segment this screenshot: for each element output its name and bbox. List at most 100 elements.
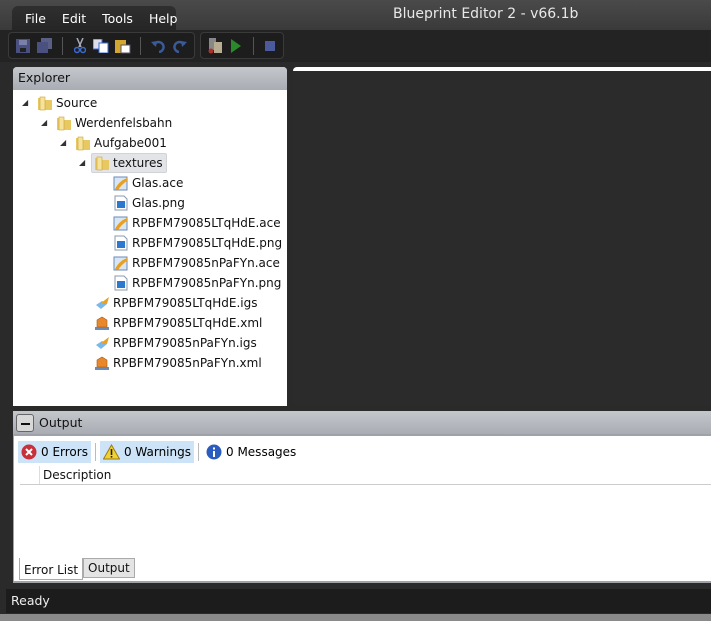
tree-item-label: Glas.png bbox=[132, 196, 185, 210]
copy-button[interactable] bbox=[93, 38, 109, 54]
warnings-filter-button[interactable]: 0 Warnings bbox=[99, 440, 194, 463]
play-icon bbox=[231, 38, 242, 53]
tree-file[interactable]: Glas.png bbox=[113, 193, 185, 213]
cut-button[interactable] bbox=[72, 37, 88, 54]
error-filters: 0 Errors 0 Warnings 0 Messages bbox=[18, 440, 303, 463]
png-file-icon bbox=[113, 275, 129, 291]
warning-icon bbox=[102, 443, 120, 459]
explorer-header: Explorer bbox=[13, 67, 287, 90]
filter-separator bbox=[94, 442, 96, 461]
tree-file[interactable]: Glas.ace bbox=[113, 173, 183, 193]
cut-icon bbox=[73, 37, 86, 53]
tree-file[interactable]: RPBFM79085LTqHdE.ace bbox=[113, 213, 281, 233]
error-list-header: Description bbox=[20, 466, 711, 485]
tree-file[interactable]: RPBFM79085LTqHdE.xml bbox=[94, 313, 262, 333]
ace-file-icon bbox=[113, 255, 129, 271]
toolbar bbox=[0, 30, 711, 62]
undo-button[interactable] bbox=[150, 38, 166, 54]
tree-item-label: RPBFM79085nPaFYn.igs bbox=[113, 336, 257, 350]
folder-icon bbox=[94, 155, 110, 171]
window-title: Blueprint Editor 2 - v66.1b bbox=[393, 6, 579, 22]
tree-folder[interactable]: textures bbox=[91, 153, 167, 173]
igs-file-icon bbox=[94, 335, 110, 351]
tree-item-label: RPBFM79085nPaFYn.ace bbox=[132, 256, 280, 270]
undo-icon bbox=[151, 40, 166, 53]
igs-file-icon bbox=[94, 295, 110, 311]
toolbar-group-edit bbox=[8, 32, 195, 59]
error-icon bbox=[21, 444, 37, 459]
save-button[interactable] bbox=[15, 38, 31, 54]
column-header-blank[interactable] bbox=[20, 466, 40, 484]
messages-count: 0 Messages bbox=[226, 444, 297, 459]
png-file-icon bbox=[113, 195, 129, 211]
folder-icon bbox=[75, 135, 91, 151]
error-list: 0 Errors 0 Warnings 0 Messages Descripti… bbox=[14, 436, 711, 581]
save-all-button[interactable] bbox=[37, 38, 53, 54]
tree-file[interactable]: RPBFM79085LTqHdE.igs bbox=[94, 293, 257, 313]
tree-item-label: RPBFM79085LTqHdE.ace bbox=[132, 216, 281, 230]
tree-file[interactable]: RPBFM79085nPaFYn.xml bbox=[94, 353, 262, 373]
save-all-icon bbox=[37, 38, 53, 53]
menu-bar: File Edit Tools Help bbox=[12, 6, 178, 31]
output-header: Output bbox=[13, 411, 711, 434]
errors-filter-button[interactable]: 0 Errors bbox=[18, 440, 91, 463]
tab-output[interactable]: Output bbox=[83, 558, 135, 578]
tree-file[interactable]: RPBFM79085LTqHdE.png bbox=[113, 233, 282, 253]
tree-item-label: Aufgabe001 bbox=[94, 136, 167, 150]
toolbar-group-run bbox=[200, 32, 284, 59]
tree-item-label: RPBFM79085nPaFYn.png bbox=[132, 276, 282, 290]
menu-tools[interactable]: Tools bbox=[102, 11, 133, 26]
tree-folder[interactable]: Source bbox=[37, 93, 97, 113]
status-bar: Ready bbox=[6, 589, 711, 613]
copy-icon bbox=[93, 38, 109, 53]
redo-button[interactable] bbox=[172, 38, 188, 54]
expand-arrow-icon[interactable]: ◢ bbox=[22, 98, 28, 107]
build-icon bbox=[208, 37, 222, 53]
tree-item-label: RPBFM79085nPaFYn.xml bbox=[113, 356, 262, 370]
editor-area bbox=[293, 67, 711, 406]
messages-filter-button[interactable]: 0 Messages bbox=[203, 441, 299, 463]
menu-file[interactable]: File bbox=[25, 11, 46, 26]
tree-item-label: Source bbox=[56, 96, 98, 110]
tree-item-label: textures bbox=[113, 156, 163, 170]
redo-icon bbox=[173, 40, 188, 53]
expand-arrow-icon[interactable]: ◢ bbox=[79, 158, 85, 167]
column-header-description[interactable]: Description bbox=[43, 468, 111, 482]
expand-arrow-icon[interactable]: ◢ bbox=[60, 138, 66, 147]
paste-icon bbox=[115, 39, 131, 53]
tree-item-label: RPBFM79085LTqHdE.png bbox=[132, 236, 283, 250]
toolbar-separator bbox=[61, 36, 63, 55]
output-panel: Output 0 Errors 0 Warnings 0 Messages De… bbox=[13, 411, 711, 583]
toolbar-separator bbox=[140, 36, 142, 55]
play-button[interactable] bbox=[229, 38, 244, 54]
errors-count: 0 Errors bbox=[41, 444, 88, 459]
tree-file[interactable]: RPBFM79085nPaFYn.ace bbox=[113, 253, 280, 273]
filter-separator bbox=[198, 442, 199, 461]
info-icon bbox=[206, 444, 222, 459]
folder-icon bbox=[56, 115, 72, 131]
tree-item-label: Glas.ace bbox=[132, 176, 184, 190]
menu-help[interactable]: Help bbox=[149, 11, 178, 26]
ace-file-icon bbox=[113, 215, 129, 231]
tree-folder[interactable]: Werdenfelsbahn bbox=[56, 113, 172, 133]
folder-icon bbox=[37, 95, 53, 111]
ace-file-icon bbox=[113, 175, 129, 191]
tab-error-list[interactable]: Error List bbox=[19, 558, 84, 580]
tree-item-label: RPBFM79085LTqHdE.igs bbox=[113, 296, 258, 310]
tree-folder[interactable]: Aufgabe001 bbox=[75, 133, 167, 153]
png-file-icon bbox=[113, 235, 129, 251]
collapse-button[interactable] bbox=[16, 413, 34, 432]
tree-file[interactable]: RPBFM79085nPaFYn.png bbox=[113, 273, 281, 293]
build-button[interactable] bbox=[207, 37, 223, 54]
toolbar-separator bbox=[252, 36, 254, 55]
menu-edit[interactable]: Edit bbox=[62, 11, 86, 26]
expand-arrow-icon[interactable]: ◢ bbox=[41, 118, 47, 127]
tree-item-label: RPBFM79085LTqHdE.xml bbox=[113, 316, 263, 330]
stop-button[interactable] bbox=[262, 38, 277, 54]
tree-file[interactable]: RPBFM79085nPaFYn.igs bbox=[94, 333, 257, 353]
warnings-count: 0 Warnings bbox=[123, 444, 191, 459]
xml-file-icon bbox=[94, 315, 110, 331]
paste-button[interactable] bbox=[115, 38, 131, 54]
save-icon bbox=[15, 38, 30, 53]
window-bottom-edge bbox=[0, 614, 711, 621]
